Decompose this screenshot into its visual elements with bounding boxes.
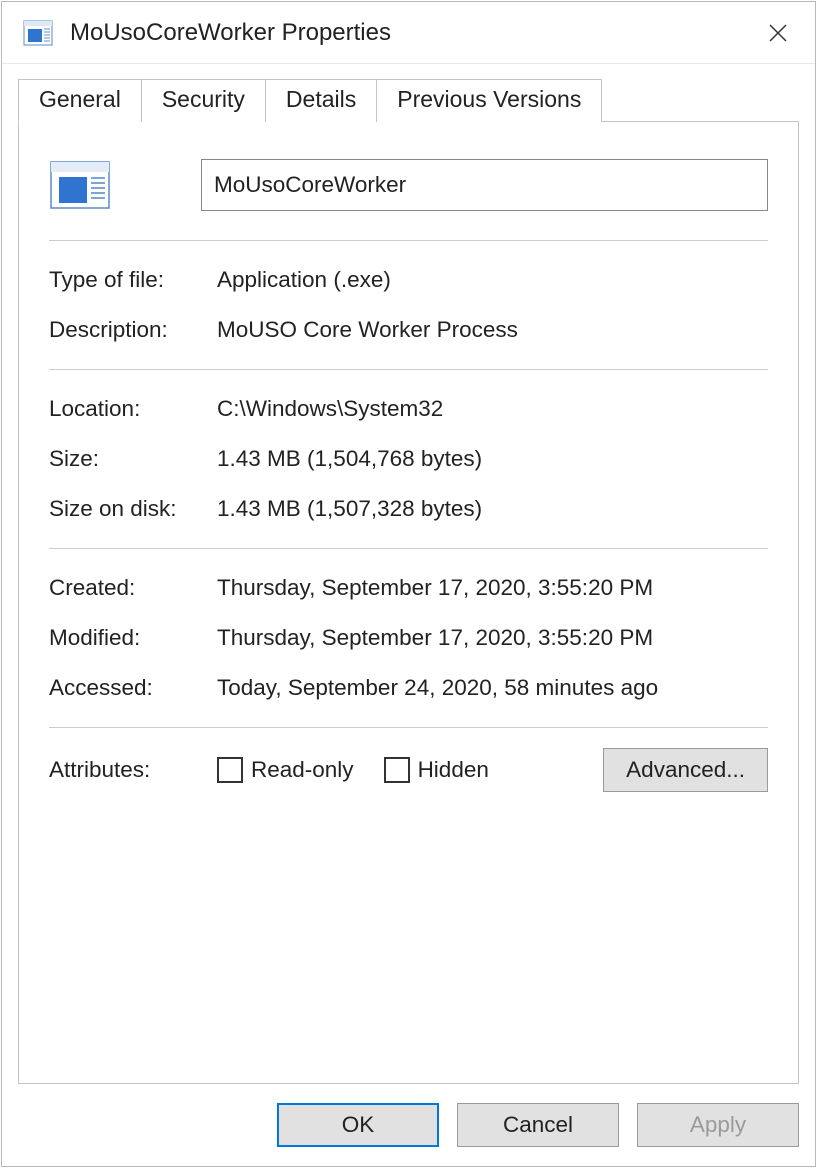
checkbox-hidden-label: Hidden [418,757,489,783]
checkbox-box [217,757,243,783]
window-title: MoUsoCoreWorker Properties [70,19,391,47]
tab-security[interactable]: Security [141,79,266,122]
value-sizeondisk: 1.43 MB (1,507,328 bytes) [217,496,768,522]
client-area: General Security Details Previous Versio… [2,64,815,1084]
label-description: Description: [49,317,217,343]
file-icon [22,17,54,49]
checkbox-readonly[interactable]: Read-only [217,757,354,783]
label-accessed: Accessed: [49,675,217,701]
label-type: Type of file: [49,267,217,293]
value-size: 1.43 MB (1,504,768 bytes) [217,446,768,472]
checkbox-readonly-label: Read-only [251,757,354,783]
value-type: Application (.exe) [217,267,768,293]
close-button[interactable] [755,10,801,56]
value-accessed: Today, September 24, 2020, 58 minutes ag… [217,675,768,701]
apply-button[interactable]: Apply [637,1103,799,1147]
checkbox-hidden[interactable]: Hidden [384,757,489,783]
tab-strip: General Security Details Previous Versio… [18,78,799,121]
tab-panel-general: Type of file: Application (.exe) Descrip… [18,121,799,1084]
advanced-button[interactable]: Advanced... [603,748,768,792]
checkbox-box [384,757,410,783]
label-created: Created: [49,575,217,601]
file-type-icon [47,152,113,218]
properties-window: MoUsoCoreWorker Properties General Secur… [1,1,816,1167]
tab-previous-versions[interactable]: Previous Versions [376,79,602,122]
label-sizeondisk: Size on disk: [49,496,217,522]
label-size: Size: [49,446,217,472]
value-description: MoUSO Core Worker Process [217,317,768,343]
filename-input[interactable] [201,159,768,211]
tab-details[interactable]: Details [265,79,377,122]
titlebar: MoUsoCoreWorker Properties [2,2,815,64]
ok-button[interactable]: OK [277,1103,439,1147]
label-location: Location: [49,396,217,422]
cancel-button[interactable]: Cancel [457,1103,619,1147]
tab-general[interactable]: General [18,79,142,122]
dialog-button-strip: OK Cancel Apply [2,1084,815,1166]
label-modified: Modified: [49,625,217,651]
close-icon [768,23,788,43]
label-attributes: Attributes: [49,757,217,783]
value-modified: Thursday, September 17, 2020, 3:55:20 PM [217,625,768,651]
value-created: Thursday, September 17, 2020, 3:55:20 PM [217,575,768,601]
value-location: C:\Windows\System32 [217,396,768,422]
